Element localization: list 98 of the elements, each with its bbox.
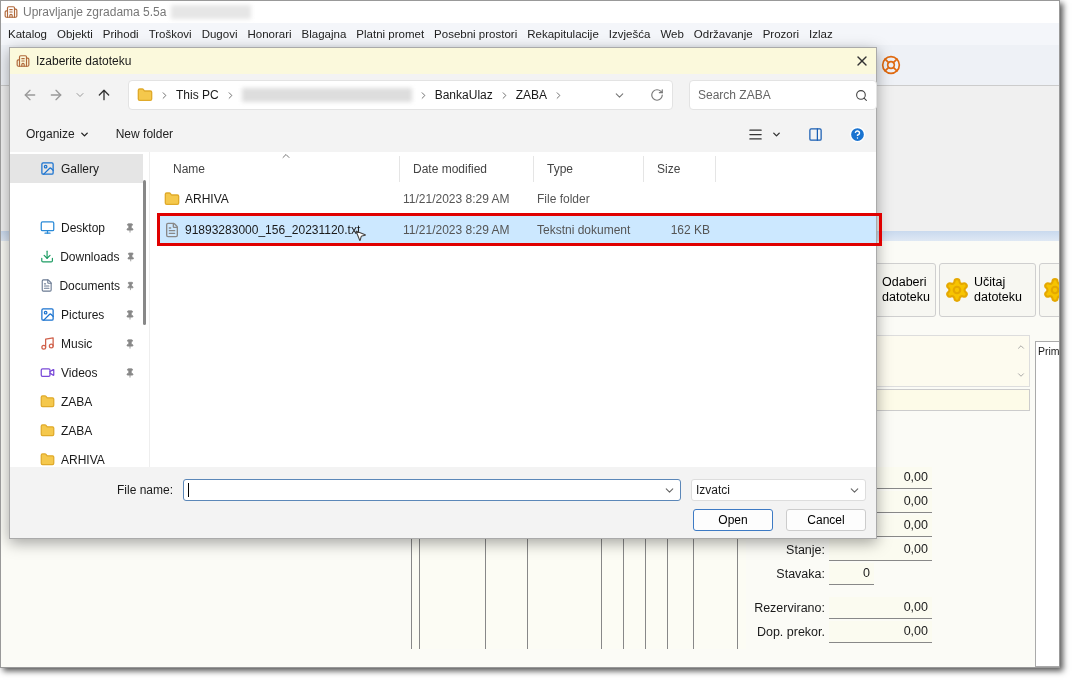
building-icon <box>16 54 30 68</box>
video-icon <box>40 365 55 380</box>
folder-icon <box>40 394 55 409</box>
file-name: 91893283000_156_20231120.txt <box>185 222 361 237</box>
menu-item[interactable]: Izlaz <box>804 28 838 40</box>
size-cell-text: 162 KB <box>669 222 711 237</box>
nav-label: Videos <box>61 365 99 380</box>
field-label: Stanje: <box>785 543 826 557</box>
help-icon[interactable] <box>849 125 866 143</box>
column-header[interactable]: Date modified <box>400 156 534 182</box>
up-icon[interactable] <box>96 87 112 103</box>
lifebuoy-icon[interactable] <box>881 55 901 75</box>
building-icon <box>4 5 18 19</box>
menu-item[interactable]: Objekti <box>52 28 98 40</box>
menu-item[interactable]: Honorari <box>242 28 297 40</box>
type-cell-text: Tekstni dokument <box>536 222 632 237</box>
path-segment[interactable]: BankaUlaz <box>434 88 493 102</box>
address-bar[interactable]: This PC BankaUlaz ZABA <box>128 80 673 110</box>
column-header[interactable]: Size <box>644 156 716 182</box>
menu-item[interactable]: Prozori <box>757 28 805 40</box>
column-header[interactable]: Name <box>160 156 400 182</box>
file-name-field[interactable] <box>183 479 681 501</box>
desktop-icon <box>40 220 55 235</box>
nav-label: Pictures <box>61 307 106 322</box>
music-icon <box>40 336 55 351</box>
file-type-dropdown[interactable]: Izvatci <box>691 479 866 501</box>
nav-item[interactable]: Videos <box>10 358 143 387</box>
nav-label: Documents <box>59 278 121 293</box>
date-cell-text: 11/21/2023 8:29 AM <box>402 191 511 206</box>
amount-field: 0,00 <box>829 539 932 561</box>
nav-item[interactable]: Desktop <box>10 213 143 242</box>
menu-item[interactable]: Rekapitulacije <box>522 28 604 40</box>
nav-label: ZABA <box>61 394 94 409</box>
nav-item[interactable]: ARHIVA <box>10 445 143 467</box>
menu-item[interactable]: Blagajna <box>296 28 352 40</box>
dialog-button[interactable]: Cancel <box>786 509 866 531</box>
download-icon <box>40 249 55 264</box>
menu-item[interactable]: Prihodi <box>97 28 144 40</box>
field-label: Stavaka: <box>775 567 826 581</box>
menu-item[interactable]: Dugovi <box>196 28 243 40</box>
folder-icon <box>137 87 153 103</box>
document-icon <box>164 221 180 238</box>
new-folder-button[interactable]: New folder <box>115 127 174 141</box>
gallery-icon <box>40 161 55 176</box>
date-cell-text: 11/21/2023 8:29 AM <box>402 222 511 237</box>
field-label: File name: <box>116 483 173 497</box>
amount-field: 0,00 <box>829 621 932 643</box>
forward-icon[interactable] <box>48 87 64 103</box>
dialog-title: Izaberite datoteku <box>36 54 133 68</box>
folder-icon <box>40 423 55 438</box>
load-button[interactable]: Učitaj datoteku <box>939 263 1036 317</box>
nav-label: ZABA <box>61 423 94 438</box>
nav-label: Music <box>61 336 94 351</box>
menu-item[interactable]: Održavanje <box>688 28 758 40</box>
menu-item[interactable]: Posebni prostori <box>429 28 523 40</box>
nav-label: Gallery <box>61 161 100 176</box>
field-label: Dop. prekor. <box>755 625 826 639</box>
nav-item[interactable]: Documents <box>10 271 143 300</box>
type-cell-text: File folder <box>536 191 591 206</box>
menu-item[interactable]: Web <box>655 28 689 40</box>
search-field[interactable]: Search ZABA <box>689 80 877 110</box>
nav-item[interactable]: Gallery <box>10 154 143 183</box>
scroll-up-icon[interactable] <box>1016 342 1026 352</box>
nav-label: ARHIVA <box>61 452 106 467</box>
amount-field: 0,00 <box>829 597 932 619</box>
gear-icon <box>944 277 970 303</box>
nav-item[interactable]: ZABA <box>10 387 143 416</box>
organize-button[interactable]: Organize <box>26 127 90 141</box>
menu-item[interactable]: Troškovi <box>143 28 197 40</box>
menu-item[interactable]: Platni promet <box>351 28 430 40</box>
document-icon <box>40 278 54 293</box>
menu-item[interactable]: Izvješća <box>603 28 656 40</box>
refresh-icon[interactable] <box>650 88 664 102</box>
file-name: ARHIVA <box>185 191 229 206</box>
file-row[interactable]: ARHIVA 11/21/2023 8:29 AM File folder <box>160 184 876 213</box>
path-segment[interactable]: ZABA <box>515 88 548 102</box>
folder-icon <box>40 452 55 467</box>
amount-field: 0 <box>829 563 874 585</box>
dialog-button[interactable]: Open <box>693 509 773 531</box>
menu-item[interactable]: Katalog <box>3 28 52 40</box>
view-icon[interactable] <box>748 126 763 142</box>
picture-icon <box>40 307 55 322</box>
nav-label: Desktop <box>61 220 107 235</box>
nav-item[interactable]: Music <box>10 329 143 358</box>
column-header[interactable]: Type <box>534 156 644 182</box>
scroll-down-icon[interactable] <box>1016 370 1026 380</box>
column-header: Prim <box>1038 345 1059 357</box>
path-segment[interactable]: This PC <box>176 88 219 102</box>
folder-icon <box>164 190 180 207</box>
window-title: Upravljanje zgradama 5.5a <box>23 5 167 19</box>
back-icon[interactable] <box>22 87 38 103</box>
nav-item[interactable]: ZABA <box>10 416 143 445</box>
nav-label: Downloads <box>60 249 120 264</box>
nav-item[interactable]: Pictures <box>10 300 143 329</box>
nav-item[interactable]: Downloads <box>10 242 143 271</box>
scrollbar[interactable] <box>143 180 146 325</box>
field-label: Rezervirano: <box>753 601 826 615</box>
preview-pane-icon[interactable] <box>808 126 823 142</box>
